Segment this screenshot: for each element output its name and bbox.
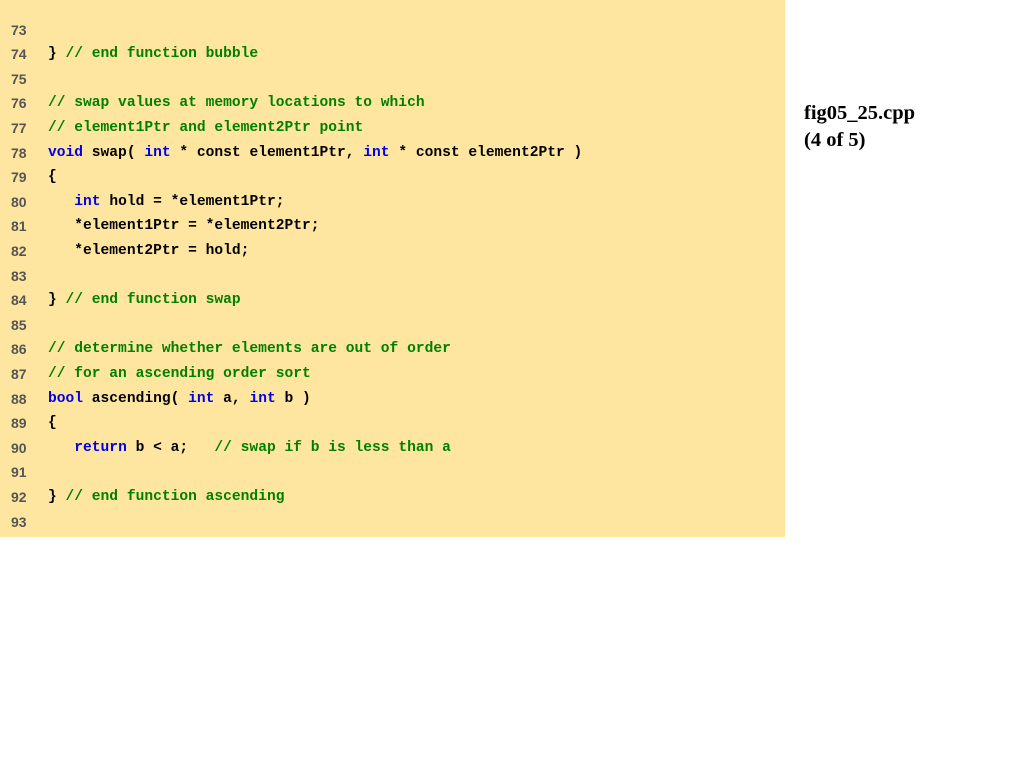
- code-text: {: [48, 411, 57, 436]
- code-token-plain: *element1Ptr = *element2Ptr;: [48, 218, 320, 235]
- code-token-comment: // end function ascending: [65, 488, 285, 505]
- caption-page-indicator: (4 of 5): [804, 129, 866, 151]
- code-token-comment: // end function bubble: [65, 46, 259, 63]
- code-text: void swap( int * const element1Ptr, int …: [48, 141, 582, 166]
- line-number: 93: [11, 513, 27, 530]
- code-token-plain: }: [48, 46, 66, 63]
- code-text: int hold = *element1Ptr;: [48, 190, 284, 215]
- code-text: return b < a; // swap if b is less than …: [48, 436, 451, 461]
- line-number: 75: [11, 70, 27, 87]
- code-text: // swap values at memory locations to wh…: [48, 91, 425, 116]
- code-token-plain: {: [48, 415, 57, 432]
- line-number: 88: [11, 390, 27, 407]
- code-text: *element1Ptr = *element2Ptr;: [48, 214, 320, 239]
- line-number: 89: [11, 415, 27, 432]
- code-token-keyword: int: [144, 144, 171, 161]
- code-token-keyword: int: [249, 390, 276, 407]
- code-listing-panel: 73 74} // end function bubble 75 76// swap …: [0, 0, 785, 537]
- line-number: 83: [11, 267, 27, 284]
- code-token-plain: b ): [275, 390, 311, 407]
- code-token-plain: }: [48, 292, 66, 309]
- caption-filename: fig05_25.cpp: [804, 102, 916, 124]
- code-token-plain: * const element2Ptr ): [389, 144, 583, 161]
- line-number: 87: [11, 365, 27, 382]
- code-text: } // end function ascending: [48, 485, 284, 510]
- code-token-keyword: bool: [48, 390, 84, 407]
- line-number: 76: [11, 95, 27, 112]
- code-text: // for an ascending order sort: [48, 362, 311, 387]
- line-number: 73: [11, 21, 27, 38]
- code-token-keyword: int: [363, 144, 390, 161]
- code-token-plain: ascending(: [83, 390, 189, 407]
- code-token-plain: *element2Ptr = hold;: [48, 242, 250, 259]
- code-text: {: [48, 165, 57, 190]
- line-number: 82: [11, 242, 27, 259]
- figure-caption: fig05_25.cpp (4 of 5): [804, 100, 915, 154]
- code-token-plain: {: [48, 169, 57, 186]
- line-number: 92: [11, 488, 27, 505]
- code-token-plain: a,: [214, 390, 250, 407]
- line-number: 84: [11, 292, 27, 309]
- code-token-comment: // swap values at memory locations to wh…: [48, 95, 425, 112]
- line-number: 90: [11, 439, 27, 456]
- code-text: // element1Ptr and element2Ptr point: [48, 116, 363, 141]
- line-number: 74: [11, 46, 27, 63]
- line-number: 77: [11, 119, 27, 136]
- code-token-comment: // determine whether elements are out of…: [48, 341, 451, 358]
- code-text: *element2Ptr = hold;: [48, 239, 249, 264]
- line-number: 86: [11, 341, 27, 358]
- code-text: bool ascending( int a, int b ): [48, 387, 311, 412]
- code-token-plain: hold = *element1Ptr;: [100, 193, 285, 210]
- code-token-plain: swap(: [83, 144, 145, 161]
- code-text: // determine whether elements are out of…: [48, 337, 451, 362]
- code-token-comment: // element1Ptr and element2Ptr point: [48, 119, 364, 136]
- code-text: } // end function bubble: [48, 42, 258, 67]
- line-number: 81: [11, 218, 27, 235]
- code-token-plain: }: [48, 488, 66, 505]
- line-number: 85: [11, 316, 27, 333]
- code-token-comment: // swap if b is less than a: [214, 439, 451, 456]
- code-token-comment: // for an ascending order sort: [48, 365, 311, 382]
- code-token-plain: b < a;: [126, 439, 215, 456]
- code-token-keyword: return: [74, 439, 127, 456]
- line-number: 79: [11, 169, 27, 186]
- code-text: } // end function swap: [48, 288, 241, 313]
- line-number: 80: [11, 193, 27, 210]
- line-number: 91: [11, 464, 27, 481]
- code-token-plain: * const element1Ptr,: [170, 144, 364, 161]
- code-token-keyword: void: [48, 144, 84, 161]
- code-token-comment: // end function swap: [65, 292, 241, 309]
- line-number: 78: [11, 144, 27, 161]
- code-token-keyword: int: [74, 193, 101, 210]
- code-token-keyword: int: [188, 390, 215, 407]
